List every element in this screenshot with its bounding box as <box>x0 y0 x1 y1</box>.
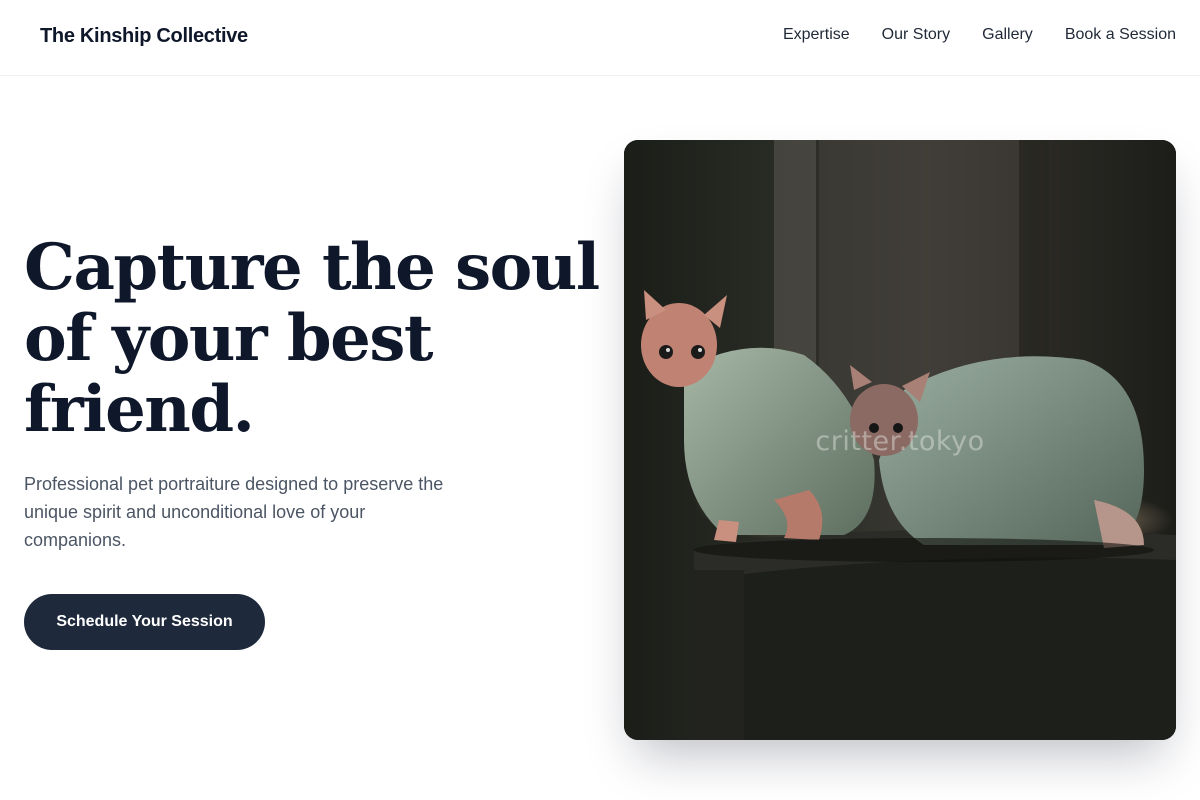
brand-logo[interactable]: The Kinship Collective <box>40 25 248 48</box>
schedule-session-button[interactable]: Schedule Your Session <box>24 594 265 650</box>
nav-link-gallery[interactable]: Gallery <box>982 26 1033 44</box>
photo-watermark: critter.tokyo <box>815 426 985 457</box>
nav-link-book-session[interactable]: Book a Session <box>1065 26 1176 44</box>
nav-link-our-story[interactable]: Our Story <box>882 26 950 44</box>
site-header: The Kinship Collective Expertise Our Sto… <box>0 0 1200 76</box>
nav-link-expertise[interactable]: Expertise <box>783 26 850 44</box>
main-nav: Expertise Our Story Gallery Book a Sessi… <box>783 26 1176 44</box>
hero-photo: critter.tokyo <box>624 140 1176 740</box>
hero-subtitle: Professional pet portraiture designed to… <box>24 474 444 550</box>
hero-title: Capture the soul of your best friend. <box>24 230 600 447</box>
